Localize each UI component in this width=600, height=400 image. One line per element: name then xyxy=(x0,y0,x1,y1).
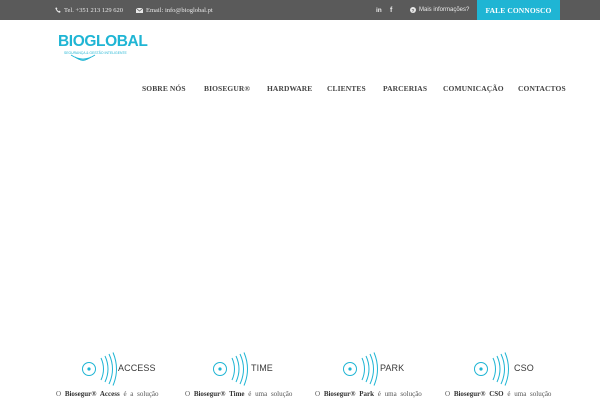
nav-item-parcerias[interactable]: PARCERIAS xyxy=(383,80,427,96)
facebook-label: f xyxy=(390,6,393,14)
phone-text: Tel. +351 213 129 620 xyxy=(64,6,123,14)
desc-suffix: é a solução xyxy=(123,390,159,398)
biometric-signal-icon xyxy=(213,352,248,386)
question-icon: ? xyxy=(410,7,416,13)
product-name: ACCESS xyxy=(118,363,156,373)
linkedin-label: in xyxy=(376,6,382,14)
biometric-signal-icon xyxy=(82,352,117,386)
envelope-icon xyxy=(136,7,143,13)
biometric-signal-icon xyxy=(474,352,509,386)
desc-prefix: O xyxy=(56,390,62,398)
phone-contact[interactable]: Tel. +351 213 129 620 xyxy=(55,0,123,20)
desc-prefix: O xyxy=(445,390,451,398)
product-name: TIME xyxy=(251,363,273,373)
product-name: PARK xyxy=(380,363,405,373)
product-description: O Biosegur® Time é uma solução xyxy=(185,390,292,398)
desc-brand: Biosegur® Access xyxy=(64,390,120,398)
product-name: CSO xyxy=(514,363,534,373)
product-description: O Biosegur® Park é uma solução xyxy=(315,390,422,398)
nav-item-clientes[interactable]: CLIENTES xyxy=(327,80,366,96)
signal-waves-icon xyxy=(70,54,96,61)
top-bar: Tel. +351 213 129 620 Email: info@bioglo… xyxy=(0,0,600,20)
facebook-icon[interactable]: f xyxy=(390,0,392,20)
desc-prefix: O xyxy=(315,390,321,398)
logo[interactable]: BIOGLOBAL SEGURANÇA & GESTÃO INTELIGENTE xyxy=(58,34,148,64)
biometric-signal-icon xyxy=(343,352,378,386)
more-info-text: Mais informações? xyxy=(419,7,470,13)
desc-suffix: é uma solução xyxy=(507,390,552,398)
more-info-link[interactable]: ? Mais informações? xyxy=(410,0,469,20)
linkedin-icon[interactable]: in xyxy=(376,0,382,20)
nav-item-contactos[interactable]: CONTACTOS xyxy=(518,80,566,96)
desc-prefix: O xyxy=(185,390,191,398)
svg-text:?: ? xyxy=(412,8,415,13)
email-contact[interactable]: Email: info@bioglobal.pt xyxy=(136,0,213,20)
product-description: O Biosegur® CSO é uma solução xyxy=(445,390,551,398)
desc-brand: Biosegur® Time xyxy=(193,390,245,398)
logo-text: BIOGLOBAL xyxy=(58,33,148,50)
product-description: O Biosegur® Access é a solução xyxy=(56,390,159,398)
email-text: Email: info@bioglobal.pt xyxy=(146,6,213,14)
desc-suffix: é uma solução xyxy=(377,390,422,398)
nav-item-comunicacao[interactable]: COMUNICAÇÃO xyxy=(443,80,504,96)
nav-item-hardware[interactable]: HARDWARE xyxy=(267,80,312,96)
desc-suffix: é uma solução xyxy=(248,390,293,398)
desc-brand: Biosegur® CSO xyxy=(453,390,504,398)
contact-us-button[interactable]: FALE CONNOSCO xyxy=(477,0,560,20)
nav-item-biosegur[interactable]: BIOSEGUR® xyxy=(204,80,250,96)
phone-icon xyxy=(55,7,61,13)
desc-brand: Biosegur® Park xyxy=(323,390,375,398)
nav-item-sobre-nos[interactable]: SOBRE NÓS xyxy=(142,80,186,96)
